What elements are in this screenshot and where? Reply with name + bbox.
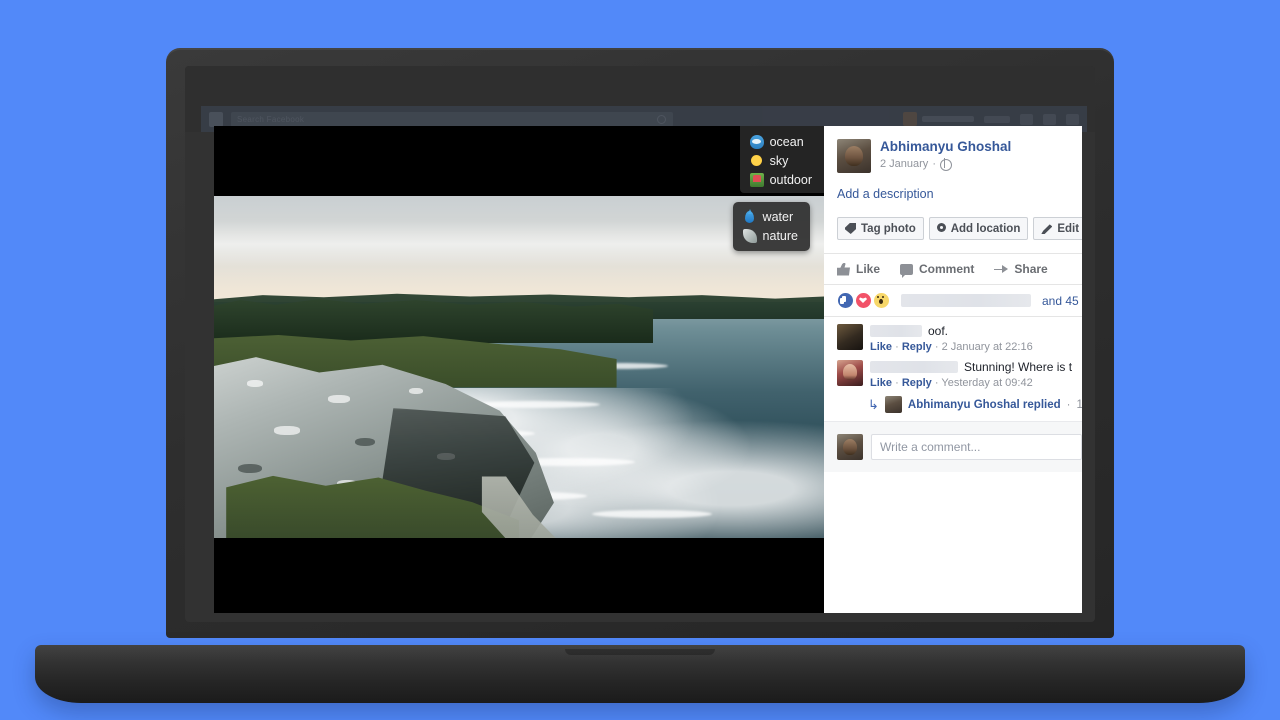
nav-home-link[interactable]	[984, 116, 1010, 123]
globe-icon[interactable]	[940, 159, 952, 171]
laptop-screen: Search Facebook	[185, 66, 1095, 622]
edit-button[interactable]: Edit	[1033, 217, 1082, 240]
engagement-label: Like	[856, 262, 880, 276]
comment-like-link[interactable]: Like	[870, 341, 892, 353]
reactions-summary: and 45	[824, 285, 1082, 316]
avatar	[903, 112, 917, 126]
love-reaction-icon[interactable]	[855, 292, 872, 309]
photo-viewer-pane: ocean sky outdoor water	[214, 126, 824, 613]
photo-tag-list-lower: water nature	[733, 202, 810, 251]
comment-meta: Like · Reply · 2 January at 22:16	[870, 341, 1082, 353]
replier-avatar	[885, 396, 902, 413]
comment-text: Stunning! Where is t	[964, 360, 1072, 374]
comment-meta: Like · Reply · Yesterday at 09:42	[870, 377, 1082, 389]
wow-reaction-icon[interactable]	[873, 292, 890, 309]
photo-tag-label: ocean	[770, 135, 804, 149]
park-icon	[750, 173, 764, 187]
comment-like-link[interactable]: Like	[870, 377, 892, 389]
comment-button[interactable]: Comment	[900, 262, 974, 276]
photo-tag-label: nature	[763, 229, 798, 243]
button-label: Tag photo	[861, 223, 916, 235]
comment-item: oof. Like · Reply · 2 January at 22:16	[824, 317, 1082, 353]
commenter-avatar[interactable]	[837, 360, 863, 386]
photo-info-panel: Abhimanyu Ghoshal 2 January · Add a desc…	[824, 126, 1082, 613]
photo-tag-nature[interactable]: nature	[743, 226, 798, 245]
search-icon	[657, 115, 666, 124]
photo-tag-label: outdoor	[770, 173, 812, 187]
add-location-button[interactable]: Add location	[929, 217, 1029, 240]
reply-summary-row[interactable]: ↳ Abhimanyu Ghoshal replied · 1 R	[824, 389, 1082, 413]
like-button[interactable]: Like	[837, 262, 880, 276]
tag-photo-button[interactable]: Tag photo	[837, 217, 924, 240]
comment-item: Stunning! Where is t Like · Reply · Yest…	[824, 353, 1082, 389]
comment-composer: Write a comment...	[824, 421, 1082, 472]
photo-tag-ocean[interactable]: ocean	[750, 132, 812, 151]
share-arrow-icon	[994, 264, 1008, 275]
wave-icon	[750, 135, 764, 149]
photo-theater-overlay: ocean sky outdoor water	[214, 126, 1082, 613]
share-button[interactable]: Share	[994, 262, 1047, 276]
photo-tag-label: sky	[770, 154, 789, 168]
friend-requests-icon[interactable]	[1020, 114, 1033, 125]
facebook-nav-right	[903, 112, 1079, 126]
add-description-link[interactable]: Add a description	[824, 173, 1082, 201]
pin-icon	[937, 223, 946, 235]
engagement-label: Share	[1014, 262, 1047, 276]
author-avatar[interactable]	[837, 139, 871, 173]
screenshot-stage: Search Facebook	[0, 0, 1280, 720]
messages-icon[interactable]	[1043, 114, 1056, 125]
comment-reply-link[interactable]: Reply	[902, 377, 932, 389]
profile-name-redacted	[922, 116, 974, 122]
current-user-avatar	[837, 434, 863, 460]
photo-tag-sky[interactable]: sky	[750, 151, 812, 170]
meta-separator: ·	[1067, 399, 1071, 411]
facebook-logo-icon[interactable]	[209, 112, 223, 127]
comment-text: oof.	[928, 324, 948, 338]
pencil-icon	[1041, 223, 1052, 234]
photo-tag-label: water	[763, 210, 794, 224]
facebook-search-input[interactable]: Search Facebook	[231, 112, 673, 127]
engagement-bar: Like Comment Share	[824, 254, 1082, 284]
facebook-search-placeholder: Search Facebook	[237, 115, 304, 124]
tag-icon	[845, 223, 856, 234]
button-label: Add location	[951, 223, 1021, 235]
engagement-label: Comment	[919, 262, 974, 276]
comment-input-placeholder: Write a comment...	[880, 440, 980, 454]
post-header: Abhimanyu Ghoshal 2 January ·	[824, 126, 1082, 173]
commenter-name-redacted	[870, 325, 922, 337]
comment-input[interactable]: Write a comment...	[871, 434, 1082, 460]
commenter-avatar[interactable]	[837, 324, 863, 350]
profile-chip[interactable]	[903, 112, 974, 126]
photo-tag-water[interactable]: water	[743, 207, 798, 226]
reactor-names-redacted	[901, 294, 1031, 307]
comment-timestamp[interactable]: 2 January at 22:16	[942, 341, 1033, 353]
reply-count: 1 R	[1076, 399, 1082, 411]
button-label: Edit	[1057, 223, 1079, 235]
comment-timestamp[interactable]: Yesterday at 09:42	[941, 377, 1032, 389]
leaf-icon	[743, 229, 757, 243]
comment-bubble-icon	[900, 264, 913, 275]
notifications-icon[interactable]	[1066, 114, 1079, 125]
post-action-buttons: Tag photo Add location Edit	[824, 201, 1082, 253]
sun-icon	[750, 154, 764, 168]
commenter-name-redacted	[870, 361, 958, 373]
droplet-icon	[743, 210, 757, 224]
meta-separator: ·	[935, 341, 942, 353]
post-meta: 2 January ·	[880, 157, 1011, 172]
comment-reply-link[interactable]: Reply	[902, 341, 932, 353]
thumbs-up-icon	[837, 263, 850, 276]
meta-separator: ·	[932, 157, 936, 172]
photo-tag-list-top: ocean sky outdoor	[740, 126, 824, 193]
reply-arrow-icon: ↳	[868, 397, 879, 413]
like-reaction-icon[interactable]	[837, 292, 854, 309]
photo-tag-outdoor[interactable]: outdoor	[750, 170, 812, 189]
meta-separator: ·	[895, 377, 902, 389]
meta-separator: ·	[895, 341, 902, 353]
post-date: 2 January	[880, 157, 928, 172]
reply-author: Abhimanyu Ghoshal replied	[908, 399, 1061, 411]
reactions-more-link[interactable]: and 45	[1042, 294, 1079, 308]
laptop-base	[35, 645, 1245, 703]
post-author-name[interactable]: Abhimanyu Ghoshal	[880, 139, 1011, 155]
